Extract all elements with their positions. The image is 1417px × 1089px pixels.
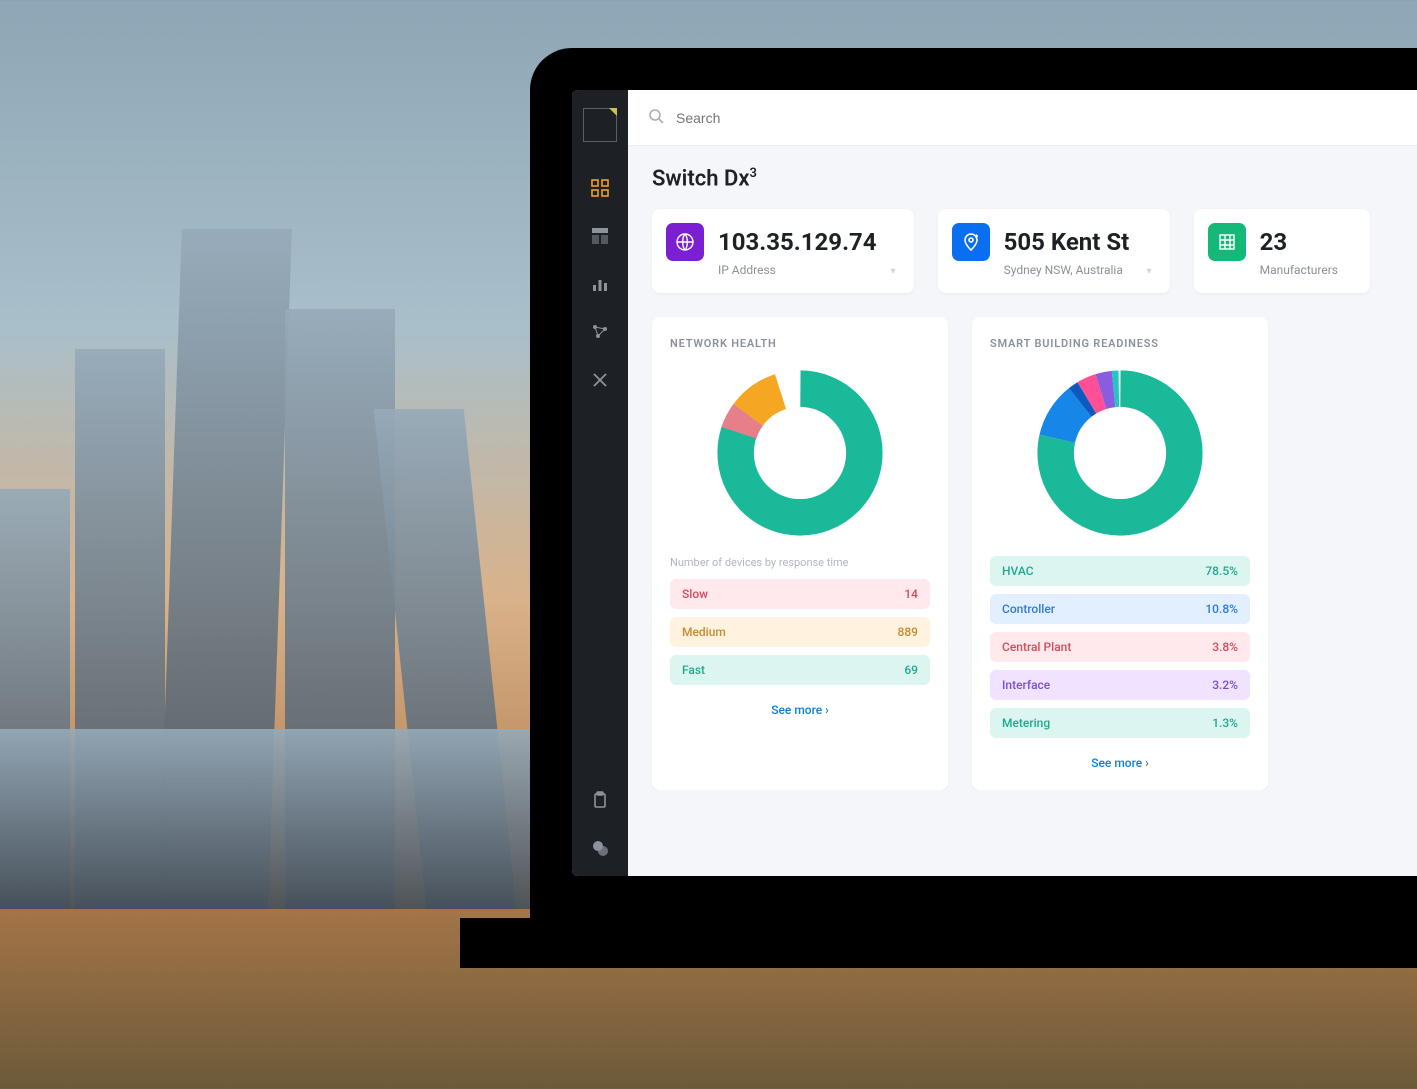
grid-plus-icon	[1208, 223, 1246, 261]
legend-label: HVAC	[1002, 564, 1034, 578]
app-logo	[583, 108, 617, 142]
legend-row-interface[interactable]: Interface 3.2%	[990, 670, 1250, 700]
app-screen: Switch Dx3 103.35.129.74 IP Address ▾	[572, 90, 1417, 876]
legend-list: Slow 14 Medium 889 Fast 69	[670, 579, 930, 685]
card-title: SMART BUILDING READINESS	[990, 337, 1250, 350]
donut-chart-readiness	[990, 368, 1250, 538]
legend-row-central-plant[interactable]: Central Plant 3.8%	[990, 632, 1250, 662]
page-title-main: Switch Dx	[652, 166, 749, 191]
legend-label: Metering	[1002, 716, 1050, 730]
kpi-value: 103.35.129.74	[718, 228, 877, 256]
chevron-down-icon: ▾	[891, 266, 896, 277]
chevron-down-icon: ▾	[1147, 266, 1152, 277]
legend-value: 10.8%	[1205, 602, 1238, 616]
sidebar	[572, 90, 628, 876]
card-caption: Number of devices by response time	[670, 556, 930, 569]
legend-row-medium[interactable]: Medium 889	[670, 617, 930, 647]
legend-row-slow[interactable]: Slow 14	[670, 579, 930, 609]
kpi-value: 505 Kent St	[1004, 228, 1133, 256]
search-bar	[628, 90, 1417, 146]
laptop-frame: Switch Dx3 103.35.129.74 IP Address ▾	[530, 48, 1417, 918]
legend-row-metering[interactable]: Metering 1.3%	[990, 708, 1250, 738]
kpi-row: 103.35.129.74 IP Address ▾ 505 Kent St S…	[652, 209, 1417, 293]
laptop-base	[460, 918, 1417, 968]
tools-icon[interactable]	[590, 370, 610, 390]
page-title: Switch Dx3	[652, 166, 1417, 191]
legend-list: HVAC 78.5% Controller 10.8% Central Plan…	[990, 556, 1250, 738]
search-input[interactable]	[676, 110, 976, 126]
legend-row-fast[interactable]: Fast 69	[670, 655, 930, 685]
legend-label: Controller	[1002, 602, 1055, 616]
legend-label: Medium	[682, 625, 726, 639]
legend-value: 1.3%	[1212, 716, 1238, 730]
legend-label: Fast	[682, 663, 705, 677]
legend-row-hvac[interactable]: HVAC 78.5%	[990, 556, 1250, 586]
location-pin-icon	[952, 223, 990, 261]
dashboard-icon[interactable]	[590, 178, 610, 198]
search-icon	[648, 108, 664, 128]
legend-value: 14	[904, 587, 918, 601]
content: Switch Dx3 103.35.129.74 IP Address ▾	[628, 146, 1417, 790]
nodes-icon[interactable]	[590, 322, 610, 342]
legend-label: Central Plant	[1002, 640, 1071, 654]
legend-row-controller[interactable]: Controller 10.8%	[990, 594, 1250, 624]
kpi-label: Sydney NSW, Australia	[1004, 263, 1133, 277]
legend-label: Interface	[1002, 678, 1050, 692]
card-smart-building-readiness: SMART BUILDING READINESS	[972, 317, 1268, 790]
kpi-ip-address[interactable]: 103.35.129.74 IP Address ▾	[652, 209, 914, 293]
kpi-label: IP Address	[718, 263, 877, 277]
kpi-value: 23	[1260, 228, 1338, 256]
chat-icon[interactable]	[590, 838, 610, 858]
donut-chart-network	[670, 368, 930, 538]
see-more-link[interactable]: See more	[990, 756, 1250, 770]
legend-value: 3.8%	[1212, 640, 1238, 654]
card-row: NETWORK HEALTH Number of devices by resp…	[652, 317, 1417, 790]
globe-icon	[666, 223, 704, 261]
page-title-sup: 3	[749, 166, 756, 181]
legend-value: 3.2%	[1212, 678, 1238, 692]
main-area: Switch Dx3 103.35.129.74 IP Address ▾	[628, 90, 1417, 876]
layout-icon[interactable]	[590, 226, 610, 246]
legend-label: Slow	[682, 587, 708, 601]
legend-value: 889	[898, 625, 918, 639]
card-network-health: NETWORK HEALTH Number of devices by resp…	[652, 317, 948, 790]
bar-chart-icon[interactable]	[590, 274, 610, 294]
kpi-label: Manufacturers	[1260, 263, 1338, 277]
kpi-address[interactable]: 505 Kent St Sydney NSW, Australia ▾	[938, 209, 1170, 293]
kpi-manufacturers[interactable]: 23 Manufacturers	[1194, 209, 1370, 293]
see-more-link[interactable]: See more	[670, 703, 930, 717]
legend-value: 78.5%	[1205, 564, 1238, 578]
legend-value: 69	[904, 663, 918, 677]
clipboard-icon[interactable]	[590, 790, 610, 810]
card-title: NETWORK HEALTH	[670, 337, 930, 350]
